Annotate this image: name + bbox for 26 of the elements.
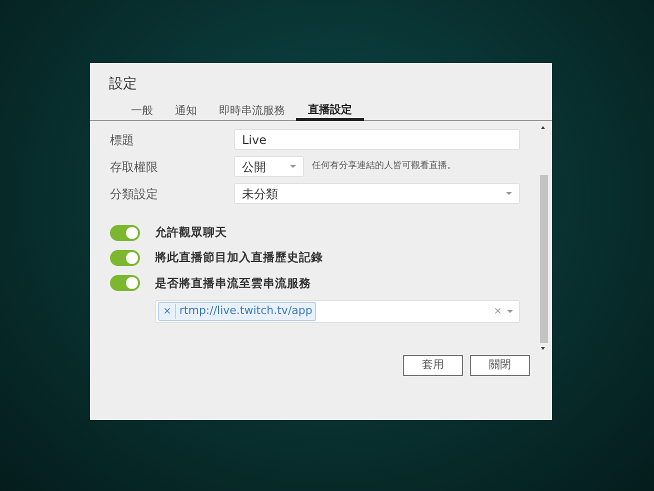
caret-icon (506, 192, 512, 195)
tab[interactable]: 一般 (120, 101, 164, 120)
toggle-label: 是否將直播串流至雲串流服務 (155, 274, 311, 292)
dialog-title: 設定 (108, 75, 138, 94)
select-field[interactable]: 未分類 (234, 183, 520, 204)
hint-text: 任何有分享連結的人皆可觀看直播。 (312, 160, 456, 173)
select-field[interactable]: 公開 (234, 156, 304, 177)
dialog-button[interactable]: 關閉 (470, 355, 530, 376)
tag-remove-button[interactable]: × (159, 304, 176, 319)
toggle-label: 允許觀眾聊天 (155, 224, 227, 241)
toggle-switch[interactable] (110, 275, 140, 292)
tab[interactable]: 通知 (164, 101, 208, 120)
field-label: 存取權限 (110, 158, 159, 176)
tab[interactable]: 直播設定 (296, 101, 364, 121)
toggle-switch[interactable] (110, 250, 140, 266)
field-label: 分類設定 (110, 186, 159, 202)
toggle-label: 將此直播節目加入直播歷史記錄 (155, 249, 323, 266)
field-label: 標題 (110, 132, 135, 148)
text-field[interactable]: Live (234, 129, 520, 150)
dialog-button[interactable]: 套用 (403, 355, 463, 376)
tag-text: rtmp://live.twitch.tv/app (178, 303, 314, 319)
tab[interactable]: 即時串流服務 (208, 101, 296, 120)
caret-icon (290, 165, 296, 168)
tag-input-field[interactable]: × rtmp://live.twitch.tv/app × (155, 300, 520, 323)
caret-icon (507, 310, 513, 313)
toggle-switch[interactable] (110, 224, 140, 241)
